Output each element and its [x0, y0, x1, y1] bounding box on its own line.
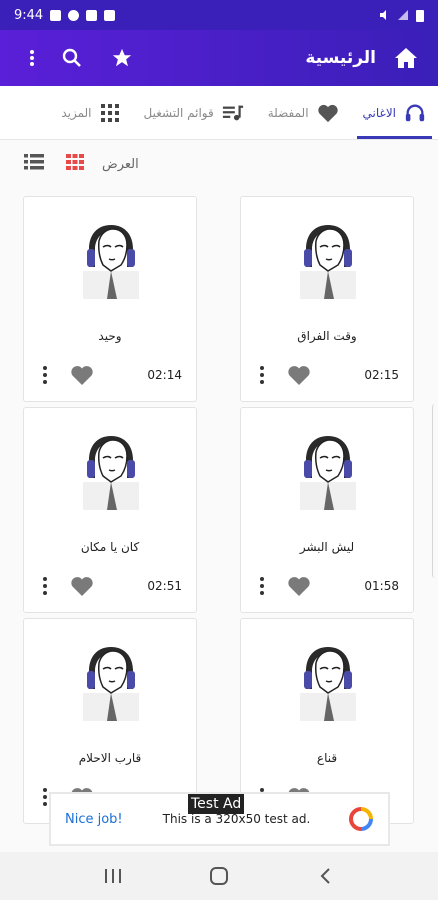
- playlist-icon: [222, 105, 243, 120]
- ad-text: This is a 320x50 test ad.: [162, 812, 311, 826]
- heart-icon: [317, 104, 338, 122]
- song-duration: 02:15: [364, 368, 399, 382]
- youtube-icon: [104, 9, 116, 21]
- song-options-icon[interactable]: [38, 366, 52, 384]
- recents-icon[interactable]: [93, 856, 133, 896]
- ad-test-tag: Test Ad: [188, 794, 245, 814]
- song-duration: 01:58: [364, 579, 399, 593]
- favorite-heart-icon[interactable]: [287, 575, 311, 597]
- search-icon[interactable]: [52, 38, 92, 78]
- app-bar: الرئيسية: [0, 30, 438, 86]
- tab-songs[interactable]: الاغاني: [351, 86, 438, 139]
- star-icon[interactable]: [102, 38, 142, 78]
- battery-icon: [416, 9, 424, 22]
- song-duration: 02:51: [147, 579, 182, 593]
- headphones-icon: [405, 104, 425, 121]
- status-bar: 9:44: [0, 0, 438, 30]
- tab-label: قوائم التشغيل: [143, 105, 214, 120]
- song-options-icon[interactable]: [255, 577, 269, 595]
- album-art-icon: [83, 225, 139, 299]
- tab-label: المفضلة: [267, 105, 309, 120]
- ad-cta-link[interactable]: Nice job!: [65, 812, 123, 827]
- album-art-icon: [83, 436, 139, 510]
- tab-label: الاغاني: [362, 105, 396, 120]
- song-title: ليش البشر: [299, 540, 355, 554]
- system-nav-bar: [0, 852, 438, 900]
- song-title: وحيد: [98, 329, 122, 343]
- album-art-icon: [300, 225, 356, 299]
- shopping-bag-icon: [50, 9, 62, 21]
- status-time: 9:44: [14, 7, 44, 23]
- song-card[interactable]: وقت الفراق 02:15: [240, 196, 414, 402]
- album-art-icon: [300, 436, 356, 510]
- view-switcher: العرض: [0, 140, 438, 188]
- song-title: قناع: [316, 751, 338, 765]
- tab-more[interactable]: المزيد: [49, 86, 131, 139]
- home-icon[interactable]: [386, 38, 426, 78]
- tab-playlists[interactable]: قوائم التشغيل: [132, 86, 256, 139]
- song-card[interactable]: ليش البشر 01:58: [240, 407, 414, 613]
- album-art-icon: [83, 647, 139, 721]
- favorite-heart-icon[interactable]: [287, 364, 311, 386]
- page-title: الرئيسية: [305, 48, 376, 68]
- favorite-heart-icon[interactable]: [70, 575, 94, 597]
- view-label: العرض: [102, 156, 139, 172]
- song-title: قارب الاحلام: [78, 751, 142, 765]
- tab-favorites[interactable]: المفضلة: [256, 86, 351, 139]
- apps-grid-icon: [100, 103, 119, 122]
- album-art-icon: [300, 647, 356, 721]
- side-drawer-handle[interactable]: [432, 404, 438, 578]
- song-options-icon[interactable]: [255, 366, 269, 384]
- ad-logo-icon: [349, 807, 373, 831]
- song-options-icon[interactable]: [38, 577, 52, 595]
- song-title: وقت الفراق: [297, 329, 357, 343]
- list-view-icon[interactable]: [24, 154, 44, 174]
- signal-off-icon: [398, 10, 408, 20]
- pinterest-icon: [68, 9, 80, 21]
- tab-label: المزيد: [61, 105, 92, 120]
- grid-view-icon[interactable]: [66, 154, 84, 174]
- song-title: كان يا مكان: [80, 540, 140, 554]
- tab-bar: الاغاني المفضلة قوائم التشغيل المزيد: [0, 86, 438, 140]
- mute-icon: [380, 10, 386, 20]
- back-icon[interactable]: [305, 856, 345, 896]
- image-icon: [86, 9, 98, 21]
- song-card[interactable]: وحيد 02:14: [23, 196, 197, 402]
- song-duration: 02:14: [147, 368, 182, 382]
- overflow-menu-icon[interactable]: [12, 38, 52, 78]
- home-nav-icon[interactable]: [199, 856, 239, 896]
- song-card[interactable]: كان يا مكان 02:51: [23, 407, 197, 613]
- favorite-heart-icon[interactable]: [70, 364, 94, 386]
